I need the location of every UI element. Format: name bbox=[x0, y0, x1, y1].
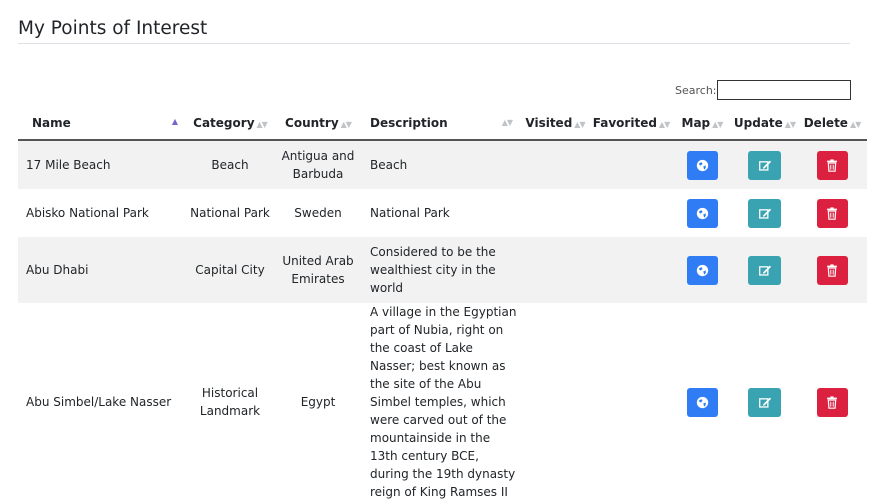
header-favorited-label: Favorited bbox=[592, 115, 657, 130]
sort-icon: ▲▼ bbox=[501, 118, 513, 127]
trash-icon bbox=[827, 158, 837, 172]
cell-name: 17 Mile Beach bbox=[18, 140, 186, 189]
trash-icon bbox=[827, 263, 837, 277]
header-visited-label: Visited bbox=[525, 115, 573, 130]
header-update-label: Update bbox=[733, 115, 783, 130]
sort-icon: ▲▼ bbox=[849, 119, 861, 129]
header-country[interactable]: Country ▲▼ bbox=[274, 106, 362, 141]
cell-update bbox=[732, 303, 797, 501]
cell-name: Abu Simbel/Lake Nasser bbox=[18, 303, 186, 501]
sort-icon: ▲▼ bbox=[712, 119, 723, 129]
cell-favorited bbox=[590, 237, 672, 303]
sort-icon: ▲▼ bbox=[340, 119, 352, 129]
delete-button[interactable] bbox=[816, 255, 848, 285]
search-input[interactable] bbox=[717, 80, 851, 100]
cell-country: Sweden bbox=[274, 189, 362, 237]
cell-update bbox=[732, 189, 797, 237]
cell-map bbox=[672, 303, 732, 501]
table-row: Abu Simbel/Lake Nasser Historical Landma… bbox=[18, 303, 867, 501]
cell-visited bbox=[520, 140, 590, 189]
table-row: Abu Dhabi Capital City United Arab Emira… bbox=[18, 237, 867, 303]
map-button[interactable] bbox=[686, 150, 718, 180]
cell-category: Historical Landmark bbox=[186, 303, 274, 501]
cell-map bbox=[672, 140, 732, 189]
cell-description: National Park bbox=[362, 189, 520, 237]
cell-name: Abisko National Park bbox=[18, 189, 186, 237]
delete-button[interactable] bbox=[816, 150, 848, 180]
table-row: 17 Mile Beach Beach Antigua and Barbuda … bbox=[18, 140, 867, 189]
cell-favorited bbox=[590, 303, 672, 501]
table-row: Abisko National Park National Park Swede… bbox=[18, 189, 867, 237]
cell-map bbox=[672, 237, 732, 303]
points-table: Name ▲ Category ▲▼ Country ▲▼ Description ▲▼… bbox=[18, 106, 867, 501]
cell-delete bbox=[797, 140, 867, 189]
header-description[interactable]: Description ▲▼ bbox=[362, 106, 520, 141]
header-map-label: Map bbox=[681, 115, 711, 130]
edit-icon bbox=[758, 265, 771, 276]
cell-country: Antigua and Barbuda bbox=[274, 140, 362, 189]
cell-delete bbox=[797, 303, 867, 501]
trash-icon bbox=[827, 206, 837, 220]
cell-category: National Park bbox=[186, 189, 274, 237]
table-header-row: Name ▲ Category ▲▼ Country ▲▼ Description ▲▼… bbox=[18, 106, 867, 141]
header-delete-label: Delete bbox=[803, 115, 848, 130]
cell-category: Capital City bbox=[186, 237, 274, 303]
delete-button[interactable] bbox=[816, 198, 848, 228]
search-label: Search: bbox=[675, 84, 717, 97]
cell-favorited bbox=[590, 140, 672, 189]
edit-icon bbox=[758, 160, 771, 171]
delete-button[interactable] bbox=[816, 387, 848, 417]
header-name[interactable]: Name ▲ bbox=[18, 106, 186, 141]
globe-icon bbox=[696, 159, 708, 171]
cell-delete bbox=[797, 237, 867, 303]
cell-update bbox=[732, 237, 797, 303]
cell-description: Beach bbox=[362, 140, 520, 189]
cell-visited bbox=[520, 189, 590, 237]
sort-icon: ▲▼ bbox=[574, 119, 585, 129]
header-visited[interactable]: Visited ▲▼ bbox=[520, 106, 590, 141]
cell-favorited bbox=[590, 189, 672, 237]
update-button[interactable] bbox=[748, 198, 781, 228]
map-button[interactable] bbox=[686, 255, 718, 285]
cell-country: Egypt bbox=[274, 303, 362, 501]
sort-icon: ▲▼ bbox=[256, 119, 268, 129]
cell-visited bbox=[520, 303, 590, 501]
update-button[interactable] bbox=[748, 255, 781, 285]
update-button[interactable] bbox=[748, 387, 781, 417]
sort-icon: ▲▼ bbox=[658, 119, 670, 129]
header-description-label: Description bbox=[370, 115, 448, 130]
header-favorited[interactable]: Favorited ▲▼ bbox=[590, 106, 672, 141]
trash-icon bbox=[827, 395, 837, 409]
page-title: My Points of Interest bbox=[18, 18, 208, 39]
cell-category: Beach bbox=[186, 140, 274, 189]
cell-description: Considered to be the wealthiest city in … bbox=[362, 237, 520, 303]
cell-delete bbox=[797, 189, 867, 237]
cell-update bbox=[732, 140, 797, 189]
map-button[interactable] bbox=[686, 387, 718, 417]
globe-icon bbox=[696, 264, 708, 276]
update-button[interactable] bbox=[748, 150, 781, 180]
globe-icon bbox=[696, 396, 708, 408]
sort-icon: ▲▼ bbox=[784, 119, 796, 129]
title-divider bbox=[18, 43, 850, 44]
cell-description: A village in the Egyptian part of Nubia,… bbox=[362, 303, 520, 501]
header-update[interactable]: Update ▲▼ bbox=[732, 106, 797, 141]
sort-ascending-icon: ▲ bbox=[171, 117, 178, 126]
header-map[interactable]: Map ▲▼ bbox=[672, 106, 732, 141]
cell-visited bbox=[520, 237, 590, 303]
cell-name: Abu Dhabi bbox=[18, 237, 186, 303]
header-name-label: Name bbox=[32, 115, 71, 130]
globe-icon bbox=[696, 207, 708, 219]
header-category-label: Category bbox=[193, 115, 255, 130]
edit-icon bbox=[758, 397, 771, 408]
header-country-label: Country bbox=[285, 115, 339, 130]
edit-icon bbox=[758, 208, 771, 219]
map-button[interactable] bbox=[686, 198, 718, 228]
header-delete[interactable]: Delete ▲▼ bbox=[797, 106, 867, 141]
cell-country: United Arab Emirates bbox=[274, 237, 362, 303]
header-category[interactable]: Category ▲▼ bbox=[186, 106, 274, 141]
cell-map bbox=[672, 189, 732, 237]
